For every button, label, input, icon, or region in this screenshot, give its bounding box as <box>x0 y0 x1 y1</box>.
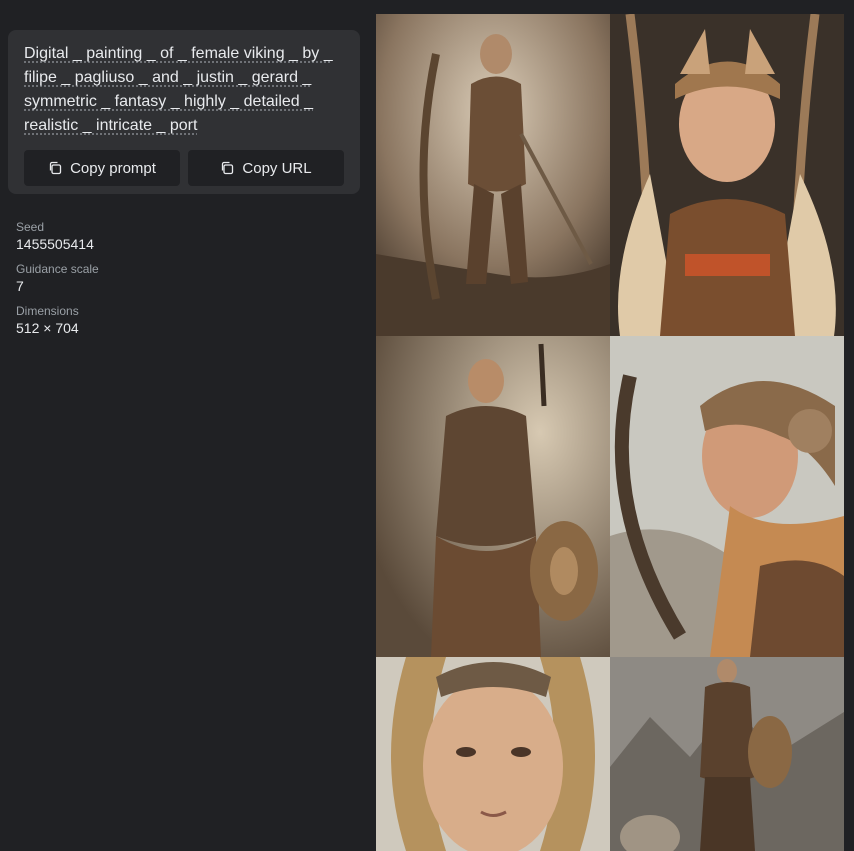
generated-image-2[interactable] <box>610 14 844 336</box>
copy-prompt-button[interactable]: Copy prompt <box>24 150 180 186</box>
seed-value: 1455505414 <box>16 236 94 252</box>
prompt-actions: Copy prompt Copy URL <box>24 150 344 186</box>
generated-image-4[interactable] <box>610 336 844 657</box>
prompt-text[interactable]: Digital _ painting _ of _ female viking … <box>24 42 344 138</box>
guidance-scale-item: Guidance scale 7 <box>16 262 360 295</box>
seed-label: Seed <box>16 220 45 234</box>
copy-icon <box>49 161 62 175</box>
details-panel: Digital _ painting _ of _ female viking … <box>8 30 360 346</box>
copy-prompt-label: Copy prompt <box>70 159 156 177</box>
guidance-scale-value: 7 <box>16 278 24 294</box>
copy-url-button[interactable]: Copy URL <box>188 150 344 186</box>
prompt-card: Digital _ painting _ of _ female viking … <box>8 30 360 194</box>
generated-image-1[interactable] <box>376 14 610 336</box>
generation-metadata: Seed 1455505414 Guidance scale 7 Dimensi… <box>8 220 360 337</box>
dimensions-value: 512 × 704 <box>16 320 79 336</box>
copy-icon <box>222 161 234 175</box>
image-gallery <box>376 14 844 851</box>
generated-image-6[interactable] <box>610 657 844 851</box>
copy-url-label: Copy URL <box>242 159 312 177</box>
dimensions-item: Dimensions 512 × 704 <box>16 304 360 337</box>
dimensions-label: Dimensions <box>16 304 79 318</box>
seed-item: Seed 1455505414 <box>16 220 360 253</box>
generated-image-3[interactable] <box>376 336 610 657</box>
generated-image-5[interactable] <box>376 657 610 851</box>
guidance-scale-label: Guidance scale <box>16 262 99 276</box>
